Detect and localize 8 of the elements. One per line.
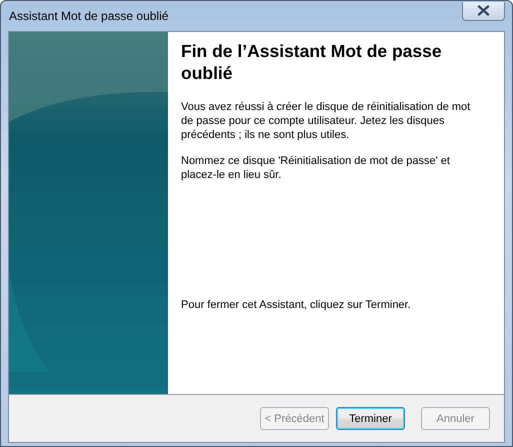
close-button[interactable]: [462, 2, 505, 20]
closing-instruction: Pour fermer cet Assistant, cliquez sur Terminer.: [181, 298, 412, 312]
close-icon: [477, 5, 490, 16]
wizard-button[interactable]: Terminer: [336, 407, 405, 430]
window-title: Assistant Mot de passe oublié: [8, 9, 168, 23]
page-heading: Fin de l’Assistant Mot de passe oublié: [181, 40, 443, 84]
paragraph: Nommez ce disque 'Réinitialisation de mot de passe' et placez-le en lieu sûr.: [181, 154, 451, 182]
paragraph: Vous avez réussi à créer le disque de réinitialisation de mot de passe pour ce compte utilisateur. Jetez les disques précédents ; ils ne sont plus utiles.: [181, 100, 472, 142]
